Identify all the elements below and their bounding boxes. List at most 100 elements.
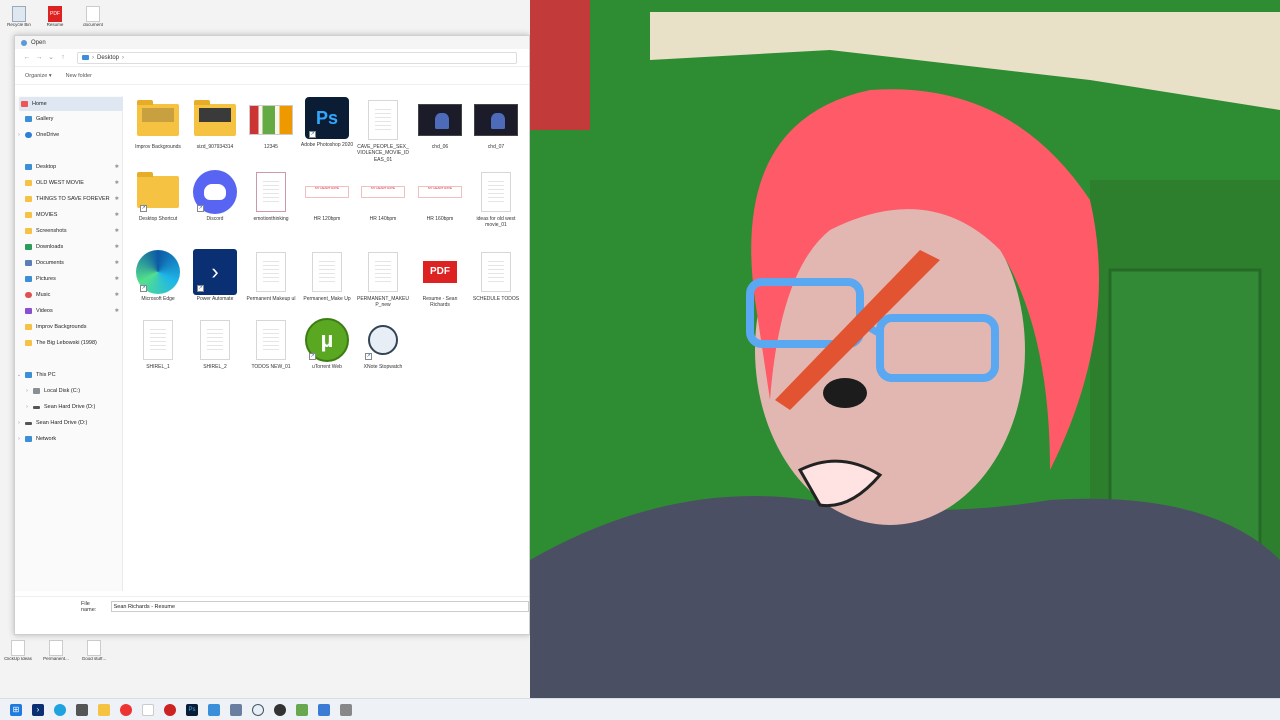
file-item[interactable]: ideas for old west movie_01 <box>469 170 523 229</box>
app4-taskbar-icon[interactable] <box>318 704 330 716</box>
organize-button[interactable]: Organize ▾ <box>25 73 52 79</box>
breadcrumb-chevron-icon[interactable]: › <box>122 55 124 61</box>
videos-icon <box>25 308 32 314</box>
expand-chevron-icon[interactable]: › <box>23 388 31 394</box>
nav-onedrive[interactable]: › OneDrive <box>15 128 123 142</box>
desktop-icon-resume[interactable]: PDF Resume <box>42 6 68 28</box>
nav-external-drive[interactable]: › Sean Hard Drive (D:) <box>15 416 123 430</box>
hr-image-icon: MY HEART RATE <box>418 186 462 198</box>
file-item[interactable]: PERMANENT_MAKEUP_new <box>356 250 410 309</box>
nav-pinned-desktop[interactable]: Desktop ✱ <box>15 160 123 174</box>
nav-this-pc[interactable]: ⌄ This PC <box>15 368 123 382</box>
desktop-icon-bottom-2[interactable]: Permanent... <box>42 640 70 662</box>
expand-chevron-icon[interactable]: › <box>15 436 23 442</box>
file-item[interactable]: Improv Backgrounds <box>131 98 185 150</box>
file-item[interactable]: CAVE_PEOPLE_SEX_VIOLENCE_MOVIE_IDEAS_01 <box>356 98 410 163</box>
nav-pinned-videos[interactable]: Videos ✱ <box>15 304 123 318</box>
file-grid: Improv Backgrounds sizd_907934314 12345 … <box>125 96 529 591</box>
nav-pinned-pictures[interactable]: Pictures ✱ <box>15 272 123 286</box>
nav-pinned-movies[interactable]: MOVIES ✱ <box>15 208 123 222</box>
file-item[interactable]: SHIREL_2 <box>188 318 242 370</box>
file-item[interactable]: Permanent_Make Up <box>300 250 354 302</box>
file-item[interactable]: MY HEART RATE HR 120bpm <box>300 170 354 222</box>
nav-gallery[interactable]: Gallery <box>15 112 123 126</box>
folder-icon <box>82 55 89 60</box>
file-item[interactable]: › ↗ Power Automate <box>188 249 242 302</box>
file-item[interactable]: ↗ Microsoft Edge <box>131 250 185 302</box>
document-taskbar-icon[interactable] <box>142 704 154 716</box>
nav-network[interactable]: › Network <box>15 432 123 446</box>
collapse-chevron-icon[interactable]: ⌄ <box>15 372 23 378</box>
image-icon <box>256 172 286 212</box>
expand-chevron-icon[interactable]: › <box>23 404 31 410</box>
nav-local-disk[interactable]: › Local Disk (C:) <box>15 384 123 398</box>
file-item[interactable]: chd_07 <box>469 98 523 150</box>
pin-icon: ✱ <box>114 244 119 250</box>
dialog-title: Open <box>31 39 46 46</box>
file-item[interactable]: emotionthinking <box>244 170 298 222</box>
webcam-video <box>530 0 1280 720</box>
notepad-taskbar-icon[interactable] <box>208 704 220 716</box>
breadcrumb-desktop[interactable]: Desktop <box>97 55 119 61</box>
file-item[interactable]: chd_06 <box>413 98 467 150</box>
nav-home[interactable]: Home <box>19 97 123 111</box>
file-item[interactable]: sizd_907934314 <box>188 98 242 150</box>
nav-pinned-things[interactable]: THINGS TO SAVE FOREVER ✱ <box>15 192 123 206</box>
shortcut-arrow-icon: ↗ <box>309 353 316 360</box>
up-arrow-icon[interactable]: ↑ <box>57 52 69 64</box>
desktop-icon-document[interactable]: document <box>80 6 106 28</box>
shortcut-arrow-icon: ↗ <box>140 285 147 292</box>
file-item[interactable]: µ ↗ uTorrent Web <box>300 318 354 370</box>
folder-icon <box>25 340 32 346</box>
nav-sean-drive[interactable]: › Sean Hard Drive (D:) <box>15 400 123 414</box>
file-item[interactable]: SHIREL_1 <box>131 318 185 370</box>
app-taskbar-icon[interactable] <box>76 704 88 716</box>
stopwatch-taskbar-icon[interactable] <box>252 704 264 716</box>
nav-pinned-screenshots[interactable]: Screenshots ✱ <box>15 224 123 238</box>
desktop-icon-recycle-bin[interactable]: Recycle Bin <box>6 6 32 28</box>
file-explorer-taskbar-icon[interactable] <box>98 704 110 716</box>
new-folder-button[interactable]: New folder <box>66 73 92 79</box>
document-icon <box>11 640 25 656</box>
nav-pinned-documents[interactable]: Documents ✱ <box>15 256 123 270</box>
app3-taskbar-icon[interactable] <box>296 704 308 716</box>
hr-image-icon: MY HEART RATE <box>305 186 349 198</box>
nav-pinned-downloads[interactable]: Downloads ✱ <box>15 240 123 254</box>
chrome-taskbar-icon[interactable] <box>120 704 132 716</box>
app5-taskbar-icon[interactable] <box>340 704 352 716</box>
power-automate-taskbar-icon[interactable]: › <box>32 704 44 716</box>
file-item[interactable]: ↗ Discord <box>188 170 242 222</box>
expand-chevron-icon[interactable]: › <box>15 132 23 138</box>
file-item[interactable]: Permanent Makeup ul <box>244 250 298 302</box>
nav-pinned-music[interactable]: Music ✱ <box>15 288 123 302</box>
recent-chevron-icon[interactable]: ⌄ <box>45 52 57 64</box>
app2-taskbar-icon[interactable] <box>230 704 242 716</box>
obs-taskbar-icon[interactable] <box>274 704 286 716</box>
photoshop-taskbar-icon[interactable]: Ps <box>186 704 198 716</box>
file-item[interactable]: TODOS NEW_01 <box>244 318 298 370</box>
shortcut-arrow-icon: ↗ <box>197 285 204 292</box>
davinci-taskbar-icon[interactable] <box>164 704 176 716</box>
nav-pinned-old-west[interactable]: OLD WEST MOVIE ✱ <box>15 176 123 190</box>
file-item[interactable]: MY HEART RATE HR 140bpm <box>356 170 410 222</box>
file-item[interactable]: Ps ↗ Adobe Photoshop 2020 <box>300 96 354 148</box>
folder-icon <box>137 172 179 208</box>
dialog-titlebar: Open <box>15 36 529 49</box>
file-item[interactable]: PDF Resume - Sean Richards <box>413 250 467 309</box>
file-item[interactable]: MY HEART RATE HR 160bpm <box>413 170 467 222</box>
nav-pinned-lebowski[interactable]: The Big Lebowski (1998) <box>15 336 123 350</box>
file-item[interactable]: 12345 <box>244 98 298 150</box>
windows-start-icon[interactable]: ⊞ <box>10 704 22 716</box>
address-bar[interactable]: › Desktop › <box>77 51 517 64</box>
file-item[interactable]: ↗ Desktop Shortcut <box>131 170 185 222</box>
filename-input[interactable] <box>110 601 529 612</box>
file-item[interactable]: ↗ XNote Stopwatch <box>356 318 410 370</box>
desktop-icon-bottom-3[interactable]: Good stuff... <box>80 640 108 662</box>
expand-chevron-icon[interactable]: › <box>15 420 23 426</box>
back-arrow-icon[interactable]: ← <box>21 52 33 64</box>
file-item[interactable]: SCHEDULE TODOS <box>469 250 523 302</box>
edge-taskbar-icon[interactable] <box>54 704 66 716</box>
desktop-icon-bottom-1[interactable]: ClickUp Ideas <box>4 640 32 662</box>
nav-pinned-improv[interactable]: Improv Backgrounds <box>15 320 123 334</box>
forward-arrow-icon[interactable]: → <box>33 52 45 64</box>
